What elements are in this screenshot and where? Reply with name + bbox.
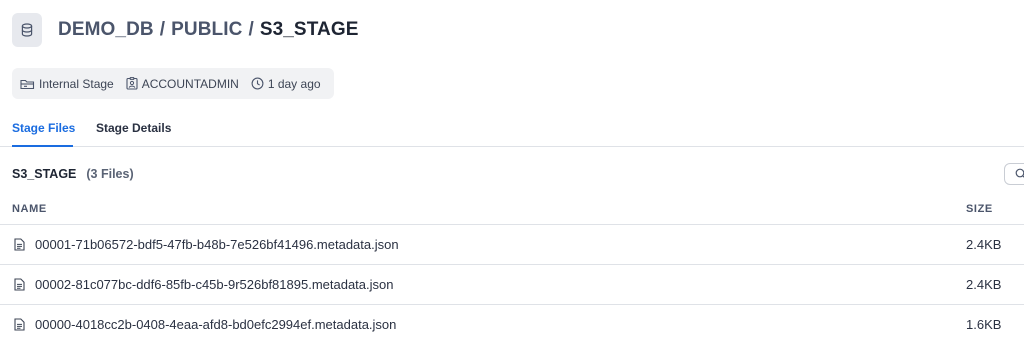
owner-label: ACCOUNTADMIN: [141, 76, 239, 91]
badge-icon: [126, 77, 138, 90]
tab-stage-files[interactable]: Stage Files: [12, 121, 75, 135]
files-section-title: S3_STAGE (3 Files): [12, 167, 134, 181]
table-row[interactable]: 00000-4018cc2b-0408-4eaa-afd8-bd0efc2994…: [0, 305, 1024, 345]
breadcrumb: DEMO_DB / PUBLIC / S3_STAGE: [58, 19, 358, 41]
page-title: S3_STAGE: [259, 19, 359, 40]
search-icon: [1015, 168, 1024, 178]
tab-stage-details[interactable]: Stage Details: [96, 121, 171, 135]
stage-type: Internal Stage: [20, 77, 114, 91]
file-size: 1.6KB: [966, 317, 1002, 332]
file-name[interactable]: 00002-81c077bc-ddf6-85fb-c45b-9r526bf818…: [35, 277, 393, 292]
clock-icon: [251, 77, 264, 90]
database-icon: [12, 13, 42, 47]
file-name[interactable]: 00001-71b06572-bdf5-47fb-b48b-7e526bf414…: [35, 237, 399, 252]
file-size: 2.4KB: [966, 277, 1002, 292]
search-button[interactable]: [1004, 163, 1024, 185]
file-size: 2.4KB: [966, 237, 1002, 252]
file-name[interactable]: 00000-4018cc2b-0408-4eaa-afd8-bd0efc2994…: [35, 317, 396, 332]
breadcrumb-separator: /: [248, 19, 254, 40]
page-header: DEMO_DB / PUBLIC / S3_STAGE: [12, 12, 358, 48]
stage-owner: ACCOUNTADMIN: [126, 77, 239, 91]
stage-meta: Internal Stage ACCOUNTADMIN 1 day ago: [12, 68, 334, 99]
file-icon: [14, 238, 25, 251]
stage-icon: [20, 79, 35, 89]
files-table: NAME SIZE 00001-71b06572-bdf5-47fb-b48b-…: [0, 196, 1024, 345]
stage-type-label: Internal Stage: [39, 76, 114, 91]
stage-name-label: S3_STAGE: [12, 167, 77, 181]
file-icon: [14, 278, 25, 291]
file-count: (3 Files): [86, 167, 134, 181]
active-tab-indicator: [12, 145, 73, 147]
breadcrumb-database[interactable]: DEMO_DB: [58, 19, 154, 41]
column-header-name[interactable]: NAME: [12, 203, 47, 215]
column-header-size[interactable]: SIZE: [966, 203, 993, 215]
updated-label: 1 day ago: [267, 76, 321, 91]
breadcrumb-schema[interactable]: PUBLIC: [171, 19, 242, 41]
file-icon: [14, 318, 25, 331]
tab-bar: Stage Files Stage Details: [0, 112, 1024, 147]
stage-updated: 1 day ago: [251, 77, 321, 91]
table-row[interactable]: 00001-71b06572-bdf5-47fb-b48b-7e526bf414…: [0, 225, 1024, 265]
table-row[interactable]: 00002-81c077bc-ddf6-85fb-c45b-9r526bf818…: [0, 265, 1024, 305]
breadcrumb-separator: /: [159, 19, 166, 40]
table-header: NAME SIZE: [0, 196, 1024, 225]
